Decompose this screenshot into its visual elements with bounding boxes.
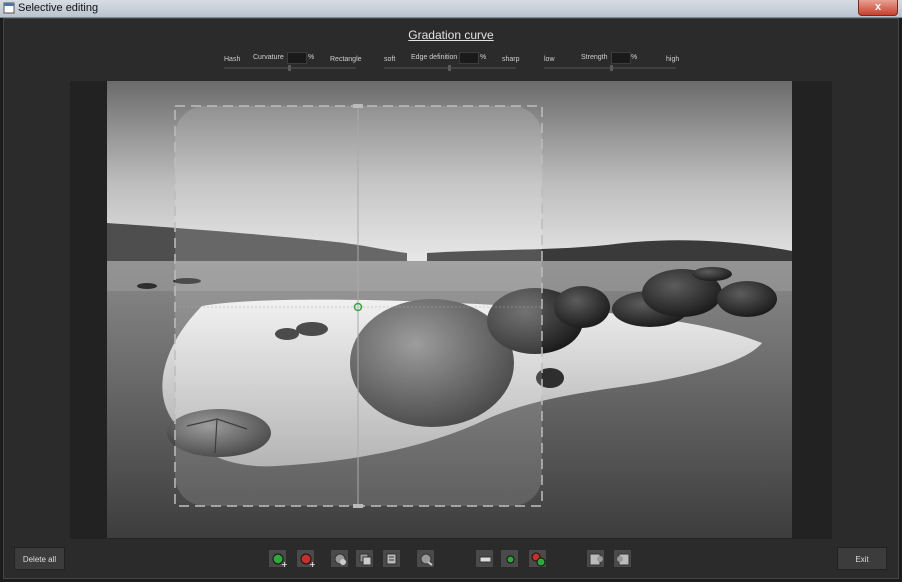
paste-selection-icon [420,553,433,566]
panel-heading[interactable]: Gradation curve [0,28,902,42]
photo-preview[interactable] [107,81,792,538]
edge-min-label: soft [384,56,396,63]
curvature-label: Curvature [253,54,284,61]
edge-definition-unit: % [480,54,487,61]
add-red-point-icon: + [300,553,316,569]
exit-button[interactable]: Exit [837,547,887,570]
curvature-slider-thumb[interactable] [288,65,291,71]
add-red-point-button[interactable]: + [296,549,316,569]
delete-selection-button[interactable] [382,549,401,568]
strength-slider-thumb[interactable] [610,65,613,71]
curvature-max-label: Rectangle [330,56,362,63]
export-button[interactable] [613,549,632,568]
multi-point-button[interactable] [528,549,547,568]
strength-max-label: high [666,56,680,63]
curvature-slider[interactable] [224,65,356,71]
curvature-min-label: Hash [224,56,241,63]
delete-selection-icon [386,553,397,565]
strength-input[interactable] [611,52,631,64]
window-title: Selective editing [18,2,99,14]
delete-all-button[interactable]: Delete all [14,547,65,570]
edge-definition-label: Edge definition [411,54,458,61]
edge-slider-thumb[interactable] [448,65,451,71]
edge-definition-input[interactable] [459,52,479,64]
close-button[interactable]: x [858,0,898,16]
curvature-input[interactable] [287,52,307,64]
import-button[interactable] [586,549,605,568]
edge-definition-slider[interactable] [384,65,516,71]
svg-text:+: + [281,560,288,569]
copy-selection-icon [334,553,346,565]
add-green-point-icon: + [272,553,288,569]
strength-min-label: low [544,56,555,63]
paste-selection-button[interactable] [416,549,435,568]
remove-point-button[interactable] [475,549,494,568]
curvature-unit: % [308,54,315,61]
green-dot-icon [506,555,515,564]
duplicate-icon [359,553,372,566]
strength-slider[interactable] [544,65,676,71]
strength-label: Strength [581,54,608,61]
import-icon [589,553,603,566]
app-icon [3,2,15,14]
minus-icon [479,556,492,563]
copy-selection-button[interactable] [330,549,349,568]
duplicate-button[interactable] [355,549,374,568]
multi-point-icon [531,552,546,567]
strength-unit: % [631,54,638,61]
title-bar: Selective editing x [0,0,902,18]
svg-text:+: + [309,560,316,569]
add-green-point-button[interactable]: + [268,549,288,569]
edge-max-label: sharp [502,56,520,63]
export-icon [617,553,630,566]
select-point-button[interactable] [500,549,519,568]
